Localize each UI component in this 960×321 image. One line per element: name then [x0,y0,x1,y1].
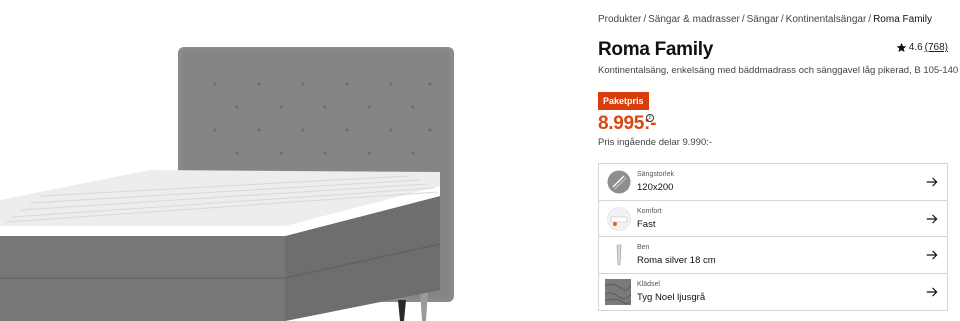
option-legs[interactable]: Ben Roma silver 18 cm [599,237,947,274]
breadcrumb-current: Roma Family [873,14,932,25]
product-info: Produkter / Sängar & madrasser / Sängar / Kont… [598,0,958,321]
breadcrumb: Produkter / Sängar & madrasser / Sängar / Kont… [598,14,932,25]
breadcrumb-link-produkter[interactable]: Produkter [598,14,641,25]
option-label: Sängstorlek [637,171,674,178]
arrow-right-icon [926,177,938,187]
breadcrumb-separator: / [741,14,745,25]
option-upholstery[interactable]: Klädsel Tyg Noel ljusgrå [599,274,947,311]
option-label: Klädsel [637,280,660,288]
option-value: 120x200 [637,182,674,193]
info-icon[interactable]: i [646,114,654,122]
price-note: Pris ingående delar 9.990:- [598,137,713,148]
breadcrumb-separator: / [780,14,784,25]
product-page: Produkter / Sängar & madrasser / Sängar / Kont… [0,0,960,321]
rating[interactable]: 4.6 (768) [896,42,948,53]
option-label: Ben [637,244,650,251]
package-price-badge: Paketpris [598,92,649,110]
breadcrumb-link-sangar[interactable]: Sängar [747,14,779,25]
rating-score: 4.6 [908,42,923,53]
product-subtitle: Kontinentalsäng, enkelsäng med bäddmadra… [598,65,959,76]
fabric-swatch-icon [605,278,631,305]
option-bed-size[interactable]: Sängstorlek 120x200 [599,164,947,201]
arrow-right-icon [926,214,938,223]
leg-icon [616,244,622,266]
comfort-icon [607,206,631,231]
option-value: Tyg Noel ljusgrå [637,291,706,303]
product-options: Sängstorlek 120x200 Komfort Fast Ben Rom… [598,163,948,311]
product-image[interactable] [0,0,470,321]
option-value: Roma silver 18 cm [637,255,716,266]
option-label: Komfort [637,207,662,215]
breadcrumb-link-sangar-madrasser[interactable]: Sängar & madrasser [648,14,740,25]
rating-count-link[interactable]: (768) [925,42,948,53]
bed-illustration [0,47,454,321]
breadcrumb-separator: / [868,14,872,25]
product-title: Roma Family [598,39,713,60]
size-icon [607,170,631,194]
arrow-right-icon [926,287,938,296]
breadcrumb-separator: / [643,14,647,25]
option-value: Fast [637,218,656,230]
star-icon [896,42,907,53]
arrow-right-icon [926,250,938,260]
breadcrumb-link-kontinentalsangar[interactable]: Kontinentalsängar [786,14,867,25]
option-comfort[interactable]: Komfort Fast [599,201,947,237]
